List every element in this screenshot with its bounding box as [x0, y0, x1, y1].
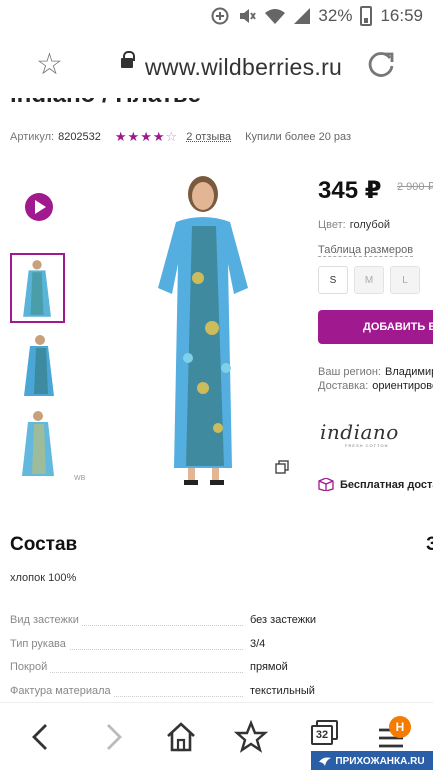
play-video-button[interactable]	[25, 193, 53, 221]
chevron-left-icon	[32, 724, 47, 750]
battery-percent: 32%	[318, 6, 353, 25]
spec-value: 3/4	[250, 638, 266, 650]
spec-label: Покрой	[10, 661, 51, 673]
product-meta: Артикул: 8202532 ★★★★☆ 2 отзыва Купили б…	[10, 129, 351, 145]
delivery-value: ориентировоч	[372, 380, 433, 392]
product-title: indiano / Платье	[10, 98, 201, 109]
brand-logo[interactable]: indiano	[320, 420, 399, 444]
article-label: Артикул:	[10, 131, 55, 143]
old-price: 2 900 ₽	[397, 181, 433, 193]
battery-icon	[360, 6, 373, 26]
tabs-button[interactable]: 32	[311, 725, 333, 745]
status-bar: 32% 16:59	[0, 0, 433, 34]
rating-stars: ★★★★☆	[114, 129, 179, 144]
star-outline-icon[interactable]: ☆	[36, 50, 63, 80]
signal-icon	[294, 8, 311, 24]
region-label: Ваш регион:	[318, 366, 381, 378]
spec-row: Фактура материала текстильный	[10, 685, 433, 701]
spec-label: Вид застежки	[10, 614, 82, 626]
spec-value: прямой	[250, 661, 288, 673]
thumbnail[interactable]	[10, 253, 65, 323]
url-field[interactable]: www.wildberries.ru	[145, 54, 342, 81]
spec-value: текстильный	[250, 685, 315, 697]
wifi-icon	[265, 9, 286, 24]
delivery-label: Доставка:	[318, 380, 369, 392]
watermark-text: ПРИХОЖАНКА.RU	[335, 755, 425, 767]
star-list-icon	[233, 719, 269, 753]
section-heading-cut: З	[426, 534, 433, 555]
add-to-cart-button[interactable]: ДОБАВИТЬ В	[318, 310, 433, 344]
reload-icon[interactable]	[366, 50, 396, 80]
watermark-logo: ПРИХОЖАНКА.RU	[311, 751, 433, 770]
composition-heading: Состав	[10, 534, 78, 555]
data-saver-icon	[211, 7, 229, 25]
product-page: indiano / Платье Артикул: 8202532 ★★★★☆ …	[0, 98, 433, 702]
spec-row: Покрой прямой	[10, 661, 433, 677]
size-option[interactable]: M	[354, 266, 384, 294]
spec-row: Вид застежки без застежки	[10, 614, 433, 630]
mute-icon	[240, 9, 257, 23]
region-value[interactable]: Владимир	[385, 366, 433, 378]
box-icon	[318, 478, 334, 491]
spec-value: без застежки	[250, 614, 317, 626]
bought-count: Купили более 20 раз	[245, 131, 352, 143]
home-icon	[167, 722, 195, 752]
clock: 16:59	[380, 6, 423, 25]
copy-icon[interactable]	[275, 460, 289, 474]
browser-bottom-nav: 32 H ПРИХОЖАНКА.RU	[0, 702, 433, 770]
browser-url-bar: ☆ www.wildberries.ru	[0, 34, 433, 98]
bookmarks-button[interactable]	[233, 719, 269, 755]
free-delivery-text: Бесплатная доста	[340, 478, 433, 491]
chevron-right-icon	[107, 724, 122, 750]
thumbnail[interactable]	[10, 408, 65, 478]
forward-button[interactable]	[94, 719, 130, 755]
bird-icon	[319, 757, 332, 766]
lock-icon	[121, 51, 135, 68]
product-photo[interactable]	[108, 168, 298, 490]
delivery-row: Доставка:ориентировоч	[318, 380, 433, 392]
size-option[interactable]: L	[390, 266, 420, 294]
back-button[interactable]	[24, 719, 60, 755]
notification-badge: H	[389, 716, 411, 738]
brand-tagline: FRESH COTTON	[345, 443, 389, 448]
size-option[interactable]: S	[318, 266, 348, 294]
article-number: 8202532	[58, 131, 101, 143]
color-label: Цвет:	[318, 219, 346, 231]
thumbnail[interactable]	[10, 330, 65, 400]
size-table-link[interactable]: Таблица размеров	[318, 244, 414, 257]
color-value: голубой	[349, 219, 390, 231]
composition-text: хлопок 100%	[10, 572, 77, 584]
region-row: Ваш регион: Владимир	[318, 366, 433, 378]
free-delivery: Бесплатная доста	[318, 478, 433, 491]
price: 345 ₽	[318, 177, 382, 204]
photo-mark: WB	[74, 475, 86, 482]
home-button[interactable]	[163, 719, 199, 755]
spec-label: Тип рукава	[10, 638, 69, 650]
spec-row: Тип рукава 3/4	[10, 638, 433, 654]
spec-label: Фактура материала	[10, 685, 114, 697]
color-row: Цвет: голубой	[318, 219, 390, 231]
reviews-link[interactable]: 2 отзыва	[186, 131, 231, 143]
